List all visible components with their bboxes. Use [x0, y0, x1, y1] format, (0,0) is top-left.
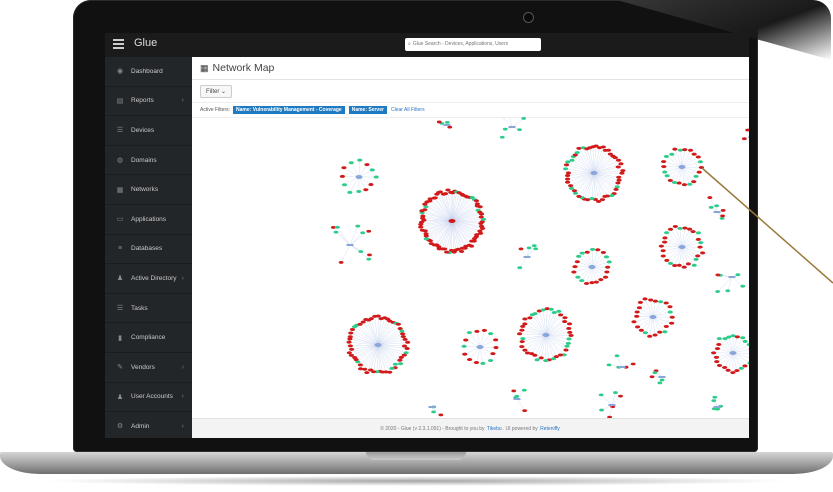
- callout-pointer-line: [701, 167, 833, 284]
